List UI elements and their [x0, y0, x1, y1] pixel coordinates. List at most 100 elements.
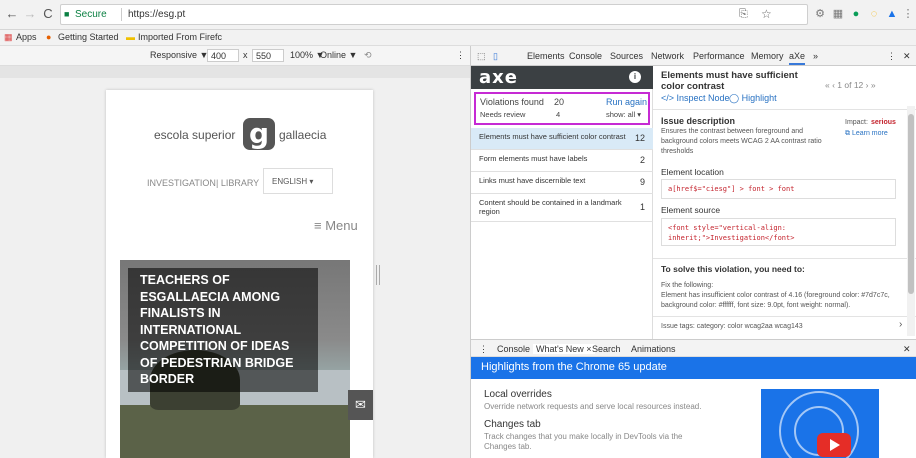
- highlight-link[interactable]: ◯ Highlight: [729, 93, 777, 104]
- menu-kebab-icon[interactable]: ⋮: [900, 6, 916, 22]
- issue-count: 1: [639, 202, 645, 212]
- tab-axe[interactable]: aXe: [789, 51, 806, 65]
- network-select[interactable]: Online ▼: [320, 50, 357, 60]
- logo-mark[interactable]: g: [243, 118, 275, 150]
- issue-label: Content should be contained in a landmar…: [479, 198, 622, 216]
- device-toggle-icon[interactable]: ▯: [493, 51, 498, 62]
- tab-performance[interactable]: Performance: [693, 51, 745, 61]
- list-item[interactable]: Links must have discernible text 9: [471, 172, 653, 194]
- extension-icon[interactable]: ⚙: [812, 6, 828, 22]
- devtools-panel: ⬚ ▯ Elements Console Sources Network Per…: [470, 46, 916, 458]
- media-query-ruler: [0, 66, 470, 78]
- info-icon[interactable]: i: [629, 71, 641, 83]
- device-toolbar: Responsive ▼ 400 x 550 100% ▼ Online ▼ ⟲…: [0, 46, 470, 66]
- rotate-icon[interactable]: ⟲: [364, 50, 372, 61]
- detail-scrollbar[interactable]: [907, 106, 915, 336]
- impact-value: serious: [871, 119, 896, 126]
- device-mode-select[interactable]: Responsive ▼: [150, 50, 208, 60]
- forward-icon[interactable]: →: [22, 6, 38, 22]
- chevron-right-icon[interactable]: ›: [899, 320, 902, 330]
- tab-elements[interactable]: Elements: [527, 51, 565, 61]
- bookmark-star-icon[interactable]: ☆: [761, 7, 772, 21]
- divider: [653, 316, 916, 317]
- list-item[interactable]: Form elements must have labels 2: [471, 150, 653, 172]
- drawer-tab-console[interactable]: Console: [497, 344, 530, 354]
- tab-memory[interactable]: Memory: [751, 51, 784, 61]
- list-item[interactable]: Elements must have sufficient color cont…: [471, 128, 653, 150]
- extension-icon[interactable]: ●: [848, 6, 864, 22]
- fix-heading: Fix the following:: [661, 282, 714, 289]
- axe-issue-list: axe i Violations found 20 Run again Need…: [471, 66, 653, 339]
- dimension-times: x: [243, 50, 248, 60]
- hero-image[interactable]: Teachers of ESGallaecia among finalists …: [120, 260, 350, 458]
- element-source-code[interactable]: <font style="vertical-align: inherit;">I…: [661, 218, 896, 246]
- tab-more[interactable]: »: [813, 51, 818, 61]
- drawer-tab-whats-new[interactable]: What's New ×: [533, 344, 595, 354]
- issue-count: 2: [639, 155, 645, 165]
- pagination[interactable]: « ‹ 1 of 12 › »: [825, 80, 876, 90]
- hero-headline[interactable]: Teachers of ESGallaecia among finalists …: [128, 268, 318, 392]
- violations-summary: Violations found 20 Run again Needs revi…: [474, 92, 650, 125]
- show-filter-select[interactable]: show: all ▾: [606, 110, 641, 119]
- issue-label: Form elements must have labels: [479, 154, 588, 163]
- drawer-menu-icon[interactable]: ⋮: [479, 344, 488, 355]
- nav-investigation-link[interactable]: INVESTIGATION: [147, 178, 216, 188]
- item-description: Track changes that you make locally in D…: [484, 432, 683, 451]
- devtools-close-icon[interactable]: ✕: [903, 51, 911, 62]
- extension-icon[interactable]: ◌: [866, 6, 882, 22]
- run-again-button[interactable]: Run again: [606, 97, 647, 107]
- item-heading[interactable]: Local overrides: [484, 389, 552, 400]
- item-description: Override network requests and serve loca…: [484, 402, 702, 411]
- bookmark-apps[interactable]: Apps: [16, 32, 37, 42]
- drawer-tab-animations[interactable]: Animations: [631, 344, 676, 354]
- learn-more-link[interactable]: ⧉ Learn more: [845, 129, 888, 139]
- axe-header: axe i: [471, 66, 653, 89]
- solve-heading: To solve this violation, you need to:: [661, 264, 805, 274]
- bookmark-imported[interactable]: Imported From Firefc: [138, 32, 222, 42]
- tab-network[interactable]: Network: [651, 51, 684, 61]
- mail-icon[interactable]: ✉: [348, 390, 373, 420]
- issue-description-text: Ensures the contrast between foreground …: [661, 128, 822, 155]
- violations-count: 20: [554, 97, 565, 107]
- device-more-icon[interactable]: ⋮: [456, 50, 465, 61]
- play-icon[interactable]: [817, 433, 851, 457]
- video-thumbnail[interactable]: [761, 389, 879, 458]
- height-input[interactable]: 550: [252, 49, 284, 62]
- inspect-node-link[interactable]: </> Inspect Node: [661, 93, 730, 103]
- drawer-close-icon[interactable]: ✕: [903, 344, 911, 355]
- devtools-menu-icon[interactable]: ⋮: [887, 51, 896, 62]
- url-text[interactable]: https://esg.pt: [128, 9, 185, 20]
- address-bar[interactable]: ■ Secure https://esg.pt ⎘ ☆: [60, 4, 808, 25]
- issue-label: Elements must have sufficient color cont…: [479, 132, 626, 141]
- issue-tags: Issue tags: category: color wcag2aa wcag…: [661, 323, 803, 330]
- nav-library-link[interactable]: | LIBRARY: [216, 178, 259, 188]
- drawer-tabbar: ⋮ Console What's New × Search Animations…: [471, 339, 916, 357]
- whats-new-body: Local overrides Override network request…: [471, 379, 916, 458]
- issue-description-heading: Issue description: [661, 116, 736, 126]
- resize-handle[interactable]: [376, 265, 380, 285]
- back-icon[interactable]: ←: [4, 6, 20, 22]
- bookmark-getting-started[interactable]: Getting Started: [58, 32, 119, 42]
- tab-console[interactable]: Console: [569, 51, 602, 61]
- extension-icon[interactable]: ▦: [830, 6, 846, 22]
- element-location-code[interactable]: a[href$="ciesg"] > font > font: [661, 179, 896, 199]
- menu-button[interactable]: ≡ Menu: [314, 218, 358, 233]
- width-input[interactable]: 400: [207, 49, 239, 62]
- tab-sources[interactable]: Sources: [610, 51, 643, 61]
- fix-text: Element has insufficient color contrast …: [661, 292, 890, 309]
- url-separator: [121, 8, 122, 21]
- secure-label: Secure: [75, 9, 107, 20]
- reload-icon[interactable]: C: [40, 6, 56, 22]
- language-select[interactable]: ENGLISH ▾: [263, 168, 333, 194]
- issue-count: 9: [639, 177, 645, 187]
- drawer-tab-search[interactable]: Search: [592, 344, 621, 354]
- whats-new-banner: Highlights from the Chrome 65 update: [471, 357, 916, 379]
- extension-icon[interactable]: ▲: [884, 6, 900, 22]
- translate-icon[interactable]: ⎘: [739, 8, 748, 21]
- inspect-icon[interactable]: ⬚: [477, 51, 486, 62]
- axe-logo: axe: [479, 67, 518, 88]
- scrollbar-thumb[interactable]: [908, 114, 914, 294]
- list-item[interactable]: Content should be contained in a landmar…: [471, 194, 653, 222]
- item-heading[interactable]: Changes tab: [484, 419, 541, 430]
- logo-text-right: gallaecia: [279, 128, 327, 142]
